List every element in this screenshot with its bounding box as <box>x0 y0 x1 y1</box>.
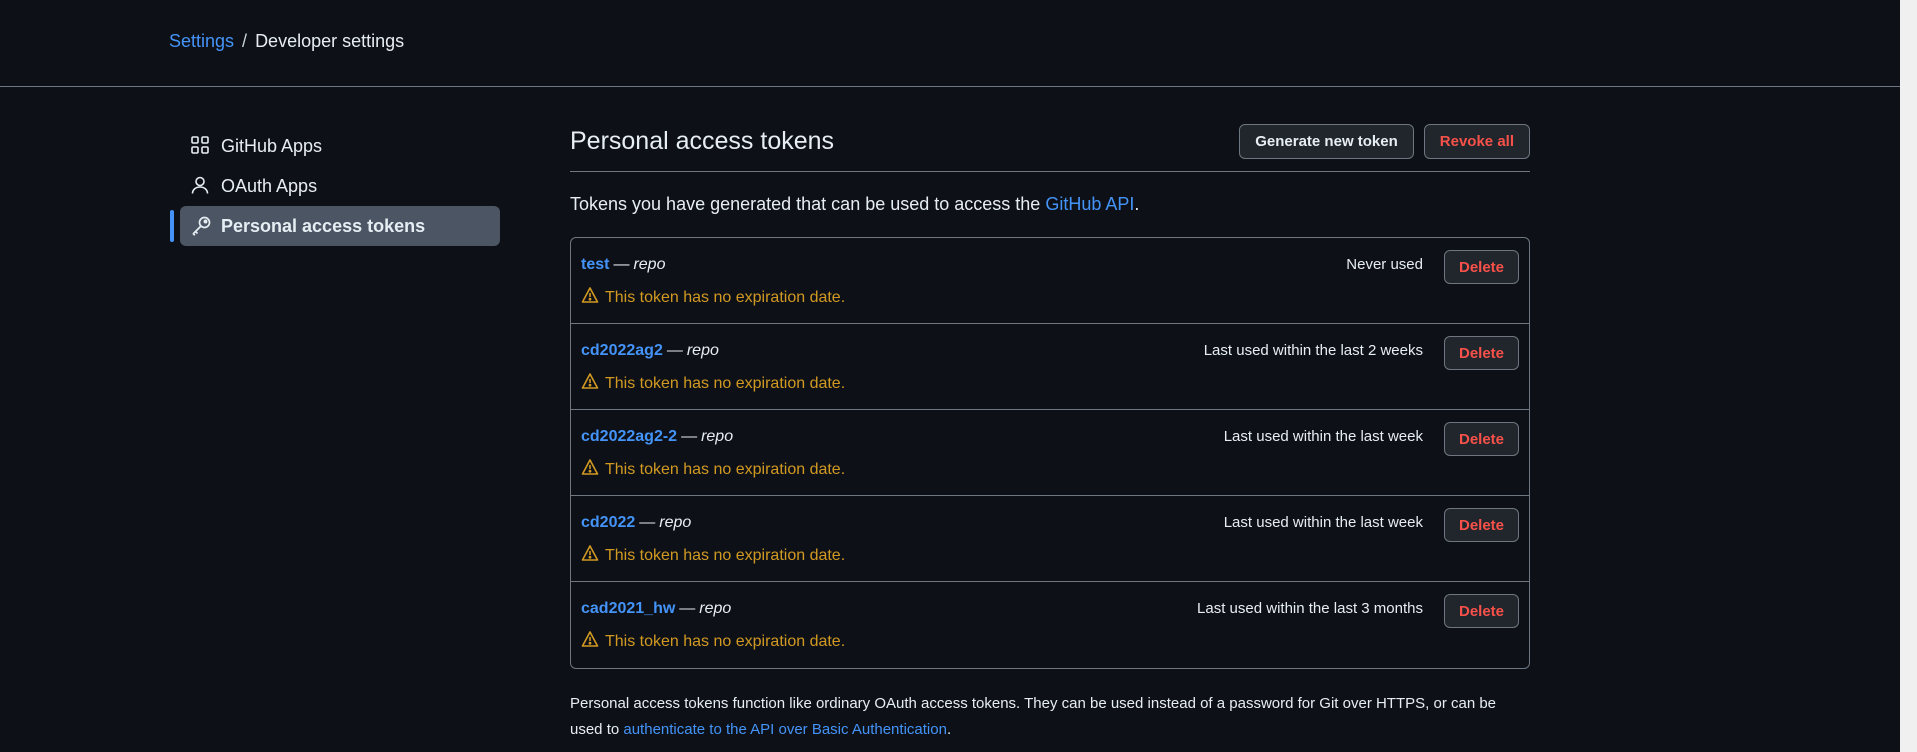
token-row: test — repo This token has no expiration d… <box>571 238 1529 324</box>
intro-text-end: . <box>1134 194 1140 214</box>
alert-icon <box>581 458 599 481</box>
token-scope: repo <box>633 256 666 273</box>
key-icon <box>190 215 212 237</box>
token-dash: — <box>666 342 683 359</box>
token-title: cd2022ag2— repo <box>581 342 719 360</box>
delete-token-button[interactable]: Delete <box>1444 594 1519 628</box>
page-title: Personal access tokens <box>570 127 835 155</box>
apps-grid-icon <box>190 135 212 157</box>
token-warning-text: This token has no expiration date. <box>605 632 846 650</box>
token-name-link[interactable]: cad2021_hw <box>581 600 675 617</box>
token-scope: repo <box>699 600 732 617</box>
delete-token-button[interactable]: Delete <box>1444 508 1519 542</box>
token-warning-text: This token has no expiration date. <box>605 460 846 478</box>
breadcrumb-separator: / <box>242 31 248 51</box>
token-usage: Last used within the last 2 weeks <box>1203 342 1423 359</box>
token-row: cd2022ag2— repo This token has no expirat… <box>571 324 1529 410</box>
token-scope: repo <box>701 428 734 445</box>
revoke-all-button[interactable]: Revoke all <box>1423 124 1530 159</box>
delete-token-button[interactable]: Delete <box>1444 336 1519 370</box>
token-dash: — <box>639 514 656 531</box>
sidebar-item-oauth-apps[interactable]: OAuth Apps <box>170 166 500 206</box>
main-content: Personal access tokens Generate new toke… <box>570 118 1530 743</box>
sidebar: GitHub Apps OAuth Apps Personal access t… <box>170 126 500 246</box>
footer-text: Personal access tokens function like ord… <box>570 691 1530 743</box>
token-row: cd2022ag2-2— repo This token has no expir… <box>571 410 1529 496</box>
delete-token-button[interactable]: Delete <box>1444 422 1519 456</box>
token-warning: This token has no expiration date. <box>581 286 845 309</box>
token-warning-text: This token has no expiration date. <box>605 374 846 392</box>
header: Settings / Developer settings <box>0 0 1900 87</box>
footer-text-end: . <box>946 721 952 738</box>
token-title: cad2021_hw — repo <box>581 600 731 618</box>
token-title: cd2022— repo <box>581 514 691 532</box>
breadcrumb-current: Developer settings <box>255 31 405 51</box>
sidebar-item-label: GitHub Apps <box>221 135 323 156</box>
token-name-link[interactable]: cd2022 <box>581 514 635 531</box>
token-warning: This token has no expiration date. <box>581 630 845 653</box>
sidebar-item-label: Personal access tokens <box>221 215 426 236</box>
alert-icon <box>581 286 599 309</box>
token-dash: — <box>679 600 696 617</box>
token-usage: Last used within the last week <box>1223 514 1423 531</box>
token-warning-text: This token has no expiration date. <box>605 288 846 306</box>
basic-auth-link[interactable]: authenticate to the API over Basic Authe… <box>623 721 947 738</box>
intro-text-body: Tokens you have generated that can be us… <box>570 194 1046 214</box>
token-name-link[interactable]: cd2022ag2-2 <box>581 428 677 445</box>
token-name-link[interactable]: test <box>581 256 609 273</box>
intro-text: Tokens you have generated that can be us… <box>570 194 1530 215</box>
token-usage: Last used within the last 3 months <box>1197 600 1423 617</box>
person-icon <box>190 175 212 197</box>
token-scope: repo <box>686 342 719 359</box>
breadcrumb: Settings / Developer settings <box>169 31 404 52</box>
generate-new-token-button[interactable]: Generate new token <box>1239 124 1414 159</box>
delete-token-button[interactable]: Delete <box>1444 250 1519 284</box>
token-dash: — <box>613 256 630 273</box>
sidebar-item-personal-access-tokens[interactable]: Personal access tokens <box>170 206 500 246</box>
breadcrumb-settings-link[interactable]: Settings <box>169 31 234 52</box>
github-api-link[interactable]: GitHub API <box>1045 194 1134 214</box>
token-warning: This token has no expiration date. <box>581 544 845 567</box>
token-row: cad2021_hw — repo This token has no expira… <box>571 582 1529 668</box>
token-row: cd2022— repo This token has no expiration… <box>571 496 1529 582</box>
token-name-link[interactable]: cd2022ag2 <box>581 342 663 359</box>
token-scope: repo <box>659 514 692 531</box>
sidebar-item-label: OAuth Apps <box>221 175 318 196</box>
token-title: cd2022ag2-2— repo <box>581 428 733 446</box>
token-list: test — repo This token has no expiration d… <box>570 237 1530 669</box>
token-dash: — <box>681 428 698 445</box>
alert-icon <box>581 544 599 567</box>
token-usage: Never used <box>1346 256 1423 273</box>
alert-icon <box>581 630 599 653</box>
sidebar-item-github-apps[interactable]: GitHub Apps <box>170 126 500 166</box>
token-warning-text: This token has no expiration date. <box>605 546 846 564</box>
scrollbar[interactable] <box>1900 0 1917 752</box>
page: Settings / Developer settings GitHub App… <box>0 0 1917 752</box>
main-header: Personal access tokens Generate new toke… <box>570 118 1530 172</box>
token-warning: This token has no expiration date. <box>581 458 845 481</box>
alert-icon <box>581 372 599 395</box>
token-title: test — repo <box>581 256 665 274</box>
header-actions: Generate new token Revoke all <box>1239 124 1530 159</box>
token-usage: Last used within the last week <box>1223 428 1423 445</box>
token-warning: This token has no expiration date. <box>581 372 845 395</box>
